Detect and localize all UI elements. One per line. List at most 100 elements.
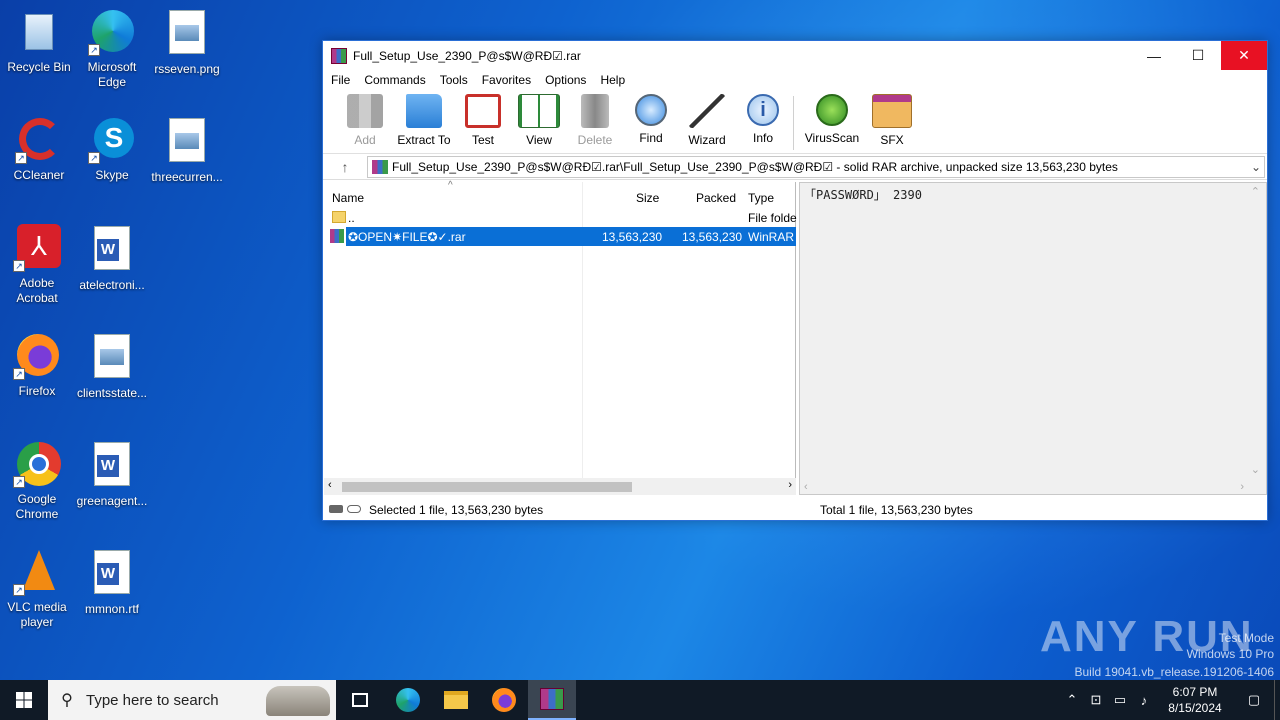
delete-button[interactable]: Delete <box>567 90 623 147</box>
skype-icon: S ↗ <box>88 116 136 164</box>
show-desktop-button[interactable] <box>1274 680 1280 720</box>
desktop-icon-acrobat[interactable]: ⅄ ↗ Adobe Acrobat <box>0 224 76 306</box>
desktop-icon-firefox[interactable]: ↗ Firefox <box>0 332 76 399</box>
scrollbar-thumb[interactable] <box>342 482 632 492</box>
info-button[interactable]: i Info <box>735 90 791 145</box>
taskbar-firefox[interactable] <box>480 680 528 720</box>
horizontal-scrollbar[interactable]: ‹ › <box>324 478 796 495</box>
menu-file[interactable]: File <box>331 73 350 87</box>
path-dropdown[interactable]: Full_Setup_Use_2390_P@s$W@RĐ☑.rar\Full_S… <box>367 155 1265 178</box>
scroll-down-icon[interactable]: ⌄ <box>1251 463 1260 476</box>
minimize-button[interactable]: — <box>1131 41 1177 70</box>
task-view-button[interactable] <box>336 680 384 720</box>
info-label: Info <box>752 131 773 145</box>
table-row[interactable]: .. File folde <box>324 208 797 227</box>
taskbar-edge[interactable] <box>384 680 432 720</box>
notification-icon[interactable]: ▢ <box>1234 692 1274 708</box>
search-icon: ⚲ <box>61 692 73 709</box>
ccleaner-icon: ↗ <box>15 116 63 164</box>
word-doc-icon: W <box>88 442 136 490</box>
desktop-icon-vlc[interactable]: ↗ VLC media player <box>0 548 76 630</box>
menu-options[interactable]: Options <box>545 73 586 87</box>
desktop-icon-label: Google Chrome <box>15 492 59 521</box>
image-file-icon <box>163 118 211 166</box>
archive-icon <box>372 159 388 174</box>
view-book-icon <box>518 94 560 128</box>
add-label: Add <box>354 133 376 147</box>
taskbar: ⚲ Type here to search ⌃ ⊡ ▭ ♪ 6:07 PM 8/… <box>0 680 1280 720</box>
desktop-icon-rsseven[interactable]: rsseven.png <box>148 8 226 77</box>
task-view-icon <box>352 693 368 707</box>
desktop-icon-greenagent[interactable]: W greenagent... <box>73 440 151 509</box>
archive-comment-pane[interactable]: 「PASSWØRD」 2390 ⌃ ⌄ ‹ › <box>799 182 1267 495</box>
menu-help[interactable]: Help <box>600 73 625 87</box>
desktop-icon-chrome[interactable]: ↗ Google Chrome <box>0 440 76 522</box>
title-bar[interactable]: Full_Setup_Use_2390_P@s$W@RĐ☑.rar — ☐ ✕ <box>323 41 1267 70</box>
recycle-bin-icon <box>15 8 63 56</box>
scroll-left-icon[interactable]: ‹ <box>804 481 808 493</box>
column-packed[interactable]: Packed <box>696 191 736 205</box>
chevron-up-icon[interactable]: ⌃ <box>1060 692 1084 708</box>
desktop-icon-label: mmnon.rtf <box>84 602 139 616</box>
clock-time: 6:07 PM <box>1172 685 1218 699</box>
menu-tools[interactable]: Tools <box>440 73 468 87</box>
extract-to-label: Extract To <box>397 133 451 147</box>
test-button[interactable]: Test <box>455 90 511 147</box>
desktop-icon-edge[interactable]: ↗ Microsoft Edge <box>73 8 151 90</box>
taskbar-winrar[interactable] <box>528 680 576 720</box>
wizard-label: Wizard <box>688 133 726 147</box>
menu-favorites[interactable]: Favorites <box>482 73 531 87</box>
wand-icon <box>689 94 725 128</box>
start-button[interactable] <box>0 680 48 720</box>
column-size[interactable]: Size <box>636 191 659 205</box>
desktop-icon-skype[interactable]: S ↗ Skype <box>73 116 151 183</box>
delete-label: Delete <box>577 133 613 147</box>
desktop-icon-threecurren[interactable]: threecurren... <box>148 116 226 185</box>
scroll-up-icon[interactable]: ⌃ <box>1251 185 1260 198</box>
maximize-button[interactable]: ☐ <box>1175 41 1221 70</box>
sfx-button[interactable]: SFX <box>864 90 920 147</box>
desktop-icon-recycle-bin[interactable]: Recycle Bin <box>0 8 78 75</box>
desktop-icon-atelectroni[interactable]: W atelectroni... <box>73 224 151 293</box>
menu-commands[interactable]: Commands <box>364 73 425 87</box>
volume-icon[interactable]: ♪ <box>1132 693 1156 708</box>
column-name[interactable]: Name <box>332 191 364 205</box>
system-tray: ⌃ ⊡ ▭ ♪ 6:07 PM 8/15/2024 ▢ <box>1060 680 1280 720</box>
image-file-icon <box>163 10 211 58</box>
virusscan-button[interactable]: VirusScan <box>800 90 864 145</box>
device-icon[interactable]: ⊡ <box>1084 692 1108 708</box>
file-packed: 13,563,230 <box>682 230 743 244</box>
search-box[interactable]: ⚲ Type here to search <box>48 680 336 720</box>
view-button[interactable]: View <box>511 90 567 147</box>
chrome-icon: ↗ <box>13 440 61 488</box>
desktop-icon-label: threecurren... <box>151 170 223 184</box>
wizard-button[interactable]: Wizard <box>679 90 735 147</box>
extract-to-button[interactable]: Extract To <box>393 90 455 147</box>
chevron-down-icon[interactable]: ⌄ <box>1248 160 1264 174</box>
sfx-label: SFX <box>880 133 904 147</box>
close-button[interactable]: ✕ <box>1221 41 1267 70</box>
network-icon[interactable]: ▭ <box>1108 692 1132 708</box>
add-button[interactable]: Add <box>337 90 393 147</box>
status-selected: Selected 1 file, 13,563,230 bytes <box>369 503 544 517</box>
scroll-right-icon[interactable]: › <box>788 479 792 491</box>
desktop-icon-ccleaner[interactable]: ↗ CCleaner <box>0 116 78 183</box>
scroll-left-icon[interactable]: ‹ <box>328 479 332 491</box>
find-button[interactable]: Find <box>623 90 679 145</box>
key-icon <box>347 505 361 513</box>
up-arrow-icon[interactable]: ↑ <box>323 159 367 175</box>
desktop-icon-mmnon[interactable]: W mmnon.rtf <box>73 548 151 617</box>
desktop-icon-clientsstate[interactable]: clientsstate... <box>73 332 151 401</box>
column-type[interactable]: Type <box>748 191 774 205</box>
image-file-icon <box>88 334 136 382</box>
file-name: ✪OPEN✷FILE✪✓.rar <box>348 230 466 244</box>
scroll-right-icon[interactable]: › <box>1240 481 1244 493</box>
menu-bar: File Commands Tools Favorites Options He… <box>323 70 1267 90</box>
virus-shield-icon <box>816 94 848 126</box>
taskbar-file-explorer[interactable] <box>432 680 480 720</box>
table-row[interactable]: ✪OPEN✷FILE✪✓.rar 13,563,230 13,563,230 W… <box>330 227 796 246</box>
clock[interactable]: 6:07 PM 8/15/2024 <box>1156 684 1234 716</box>
vlc-icon: ↗ <box>13 548 61 596</box>
desktop-icon-label: Adobe Acrobat <box>16 276 58 305</box>
desktop-icon-label: atelectroni... <box>79 278 145 292</box>
